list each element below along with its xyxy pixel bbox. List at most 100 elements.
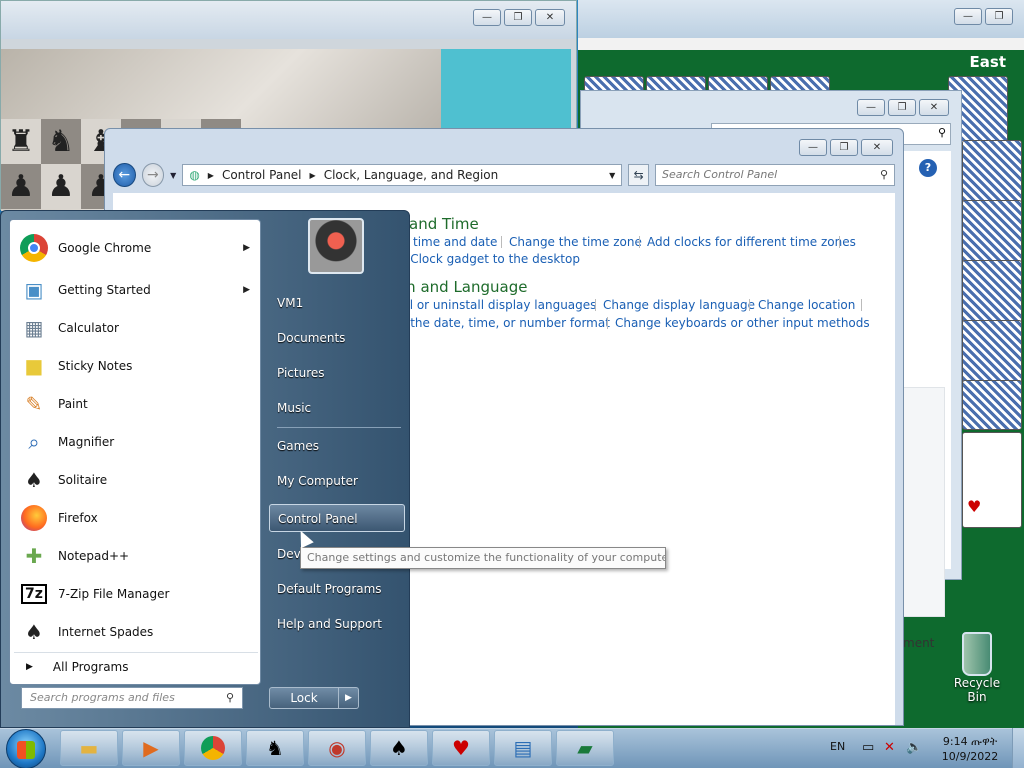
close-button[interactable]: ✕ [919,99,949,116]
windows-logo-icon [17,741,35,759]
maximize-button[interactable]: ❐ [504,9,532,26]
link-install-languages[interactable]: all or uninstall display languages [399,298,596,312]
all-programs-button[interactable]: ▶ All Programs [14,652,258,680]
program-solitaire[interactable]: ♠ Solitaire [14,462,258,498]
chess-icon: ♞ [266,736,284,760]
start-item-help-support[interactable]: Help and Support [269,610,405,638]
program-magnifier[interactable]: ⌕ Magnifier [14,424,258,460]
address-bar[interactable]: ◍ ▶ Control Panel ▶ Clock, Language, and… [182,164,623,186]
action-center-icon[interactable]: ▭ [862,740,874,755]
link-change-location[interactable]: Change location [758,298,855,312]
start-button[interactable] [6,729,46,768]
link-separator [839,236,840,248]
maximize-button[interactable]: ❐ [830,139,858,156]
breadcrumb-clock-language-region[interactable]: Clock, Language, and Region [324,168,499,182]
link-set-time-date[interactable]: time and date [413,235,497,249]
taskbar-explorer[interactable]: ▬ [60,730,118,766]
close-button[interactable]: ✕ [861,139,893,156]
taskbar-chess[interactable]: ♞ [246,730,304,766]
chevron-right-icon[interactable]: ▶ [310,171,316,180]
start-item-documents[interactable]: Documents [269,324,405,352]
close-button[interactable]: ✕ [535,9,565,26]
card-back[interactable] [962,380,1022,430]
shutdown-options-button[interactable]: ▶ [339,687,359,709]
program-calculator[interactable]: ▦ Calculator [14,310,258,346]
program-sticky-notes[interactable]: ■ Sticky Notes [14,348,258,384]
start-item-control-panel[interactable]: Control Panel [269,504,405,532]
7zip-icon: 7z [18,578,50,610]
taskbar-chrome[interactable] [184,730,242,766]
start-search-input[interactable]: Search programs and files ⚲ [21,687,243,709]
link-add-clock-gadget[interactable]: e Clock gadget to the desktop [399,252,580,266]
link-separator [607,317,608,329]
start-item-pictures[interactable]: Pictures [269,359,405,387]
minimize-button[interactable]: — [857,99,885,116]
program-label: Solitaire [58,473,108,487]
search-icon: ⚲ [879,168,889,181]
recent-pages-icon[interactable]: ▼ [170,171,176,180]
pawn-piece[interactable]: ♟ [1,164,41,209]
taskbar-hearts[interactable]: ♥ [432,730,490,766]
program-internet-spades[interactable]: ♠ Internet Spades [14,614,258,650]
link-change-time-zone[interactable]: Change the time zone [509,235,642,249]
taskbar-solitaire[interactable]: ▰ [556,730,614,766]
program-notepad-plus[interactable]: ✚ Notepad++ [14,538,258,574]
volume-icon[interactable]: 🔈 [906,740,922,755]
system-clock[interactable]: 9:14 ጡዋት 10/9/2022 [940,734,1000,764]
chevron-right-icon: ▶ [243,285,250,295]
knight-piece[interactable]: ♞ [41,119,81,164]
recycle-bin[interactable]: Recycle Bin [944,632,1010,704]
minimize-button[interactable]: — [954,8,982,25]
solitaire-caption-buttons: — ❐ [954,8,1013,25]
maximize-button[interactable]: ❐ [888,99,916,116]
cp-caption-buttons: — ❐ ✕ [799,139,893,156]
magnifier-icon: ⌕ [28,430,40,454]
start-item-music[interactable]: Music [269,394,405,422]
cp-search-input[interactable]: Search Control Panel ⚲ [655,164,896,186]
link-change-format[interactable]: e the date, time, or number format [399,316,610,330]
program-label: Notepad++ [58,549,130,563]
network-icon[interactable]: ✕ [884,740,895,755]
language-indicator[interactable]: EN [830,740,845,753]
section-title-region-language[interactable]: on and Language [397,278,527,296]
program-paint[interactable]: ✎ Paint [14,386,258,422]
control-panel-icon: ▤ [513,736,533,760]
program-firefox[interactable]: Firefox [14,500,258,536]
taskbar-spades[interactable]: ♠ [370,730,428,766]
taskbar-control-panel[interactable]: ▤ [494,730,552,766]
link-add-clocks[interactable]: Add clocks for different time zones [647,235,856,249]
breadcrumb-control-panel[interactable]: Control Panel [222,168,302,182]
minimize-button[interactable]: — [799,139,827,156]
start-item-vm1[interactable]: VM1 [269,289,405,317]
program-label: Internet Spades [58,625,154,639]
taskbar-game[interactable]: ◉ [308,730,366,766]
taskbar-media-player[interactable]: ▶ [122,730,180,766]
chevron-down-icon[interactable]: ▼ [609,171,615,180]
minimize-button[interactable]: — [473,9,501,26]
recycle-bin-label: Recycle Bin [953,676,1001,704]
start-item-games[interactable]: Games [269,432,405,460]
link-change-keyboards[interactable]: Change keyboards or other input methods [615,316,870,330]
start-item-my-computer[interactable]: My Computer [269,467,405,495]
section-title-date-time[interactable]: and Time [409,215,479,233]
playing-card[interactable]: ♥ [962,432,1022,528]
back-button[interactable]: ← [113,163,136,187]
user-avatar[interactable] [308,218,364,274]
start-item-default-programs[interactable]: Default Programs [269,575,405,603]
lock-button[interactable]: Lock [269,687,339,709]
program-google-chrome[interactable]: Google Chrome ▶ [14,230,258,266]
show-desktop-button[interactable] [1012,728,1024,768]
program-getting-started[interactable]: ▣ Getting Started ▶ [14,272,258,308]
rook-piece[interactable]: ♜ [1,119,41,164]
chevron-right-icon[interactable]: ▶ [208,171,214,180]
forward-button[interactable]: → [141,163,165,187]
solitaire-icon: ♠ [25,468,43,492]
maximize-button[interactable]: ❐ [985,8,1013,25]
refresh-button[interactable]: ⇆ [628,164,650,186]
help-icon[interactable]: ? [919,159,937,177]
pawn-piece[interactable]: ♟ [41,164,81,209]
media-player-icon: ▶ [143,736,159,760]
program-7zip[interactable]: 7z 7-Zip File Manager [14,576,258,612]
folder-icon: ▬ [79,736,99,760]
link-change-display-language[interactable]: Change display language [603,298,755,312]
